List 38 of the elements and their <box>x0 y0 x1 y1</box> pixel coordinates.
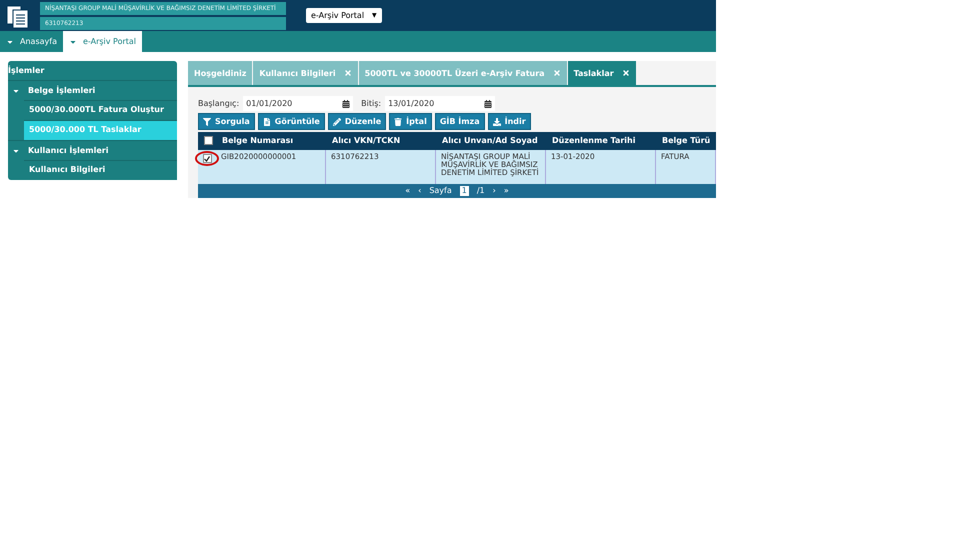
date-field[interactable]: 13/01/2020 <box>385 96 496 111</box>
date-field[interactable]: 01/01/2020 <box>243 96 354 111</box>
toolbar-button[interactable]: İndir <box>488 113 531 130</box>
first-page-link[interactable]: « <box>405 186 410 196</box>
column-header: Alıcı VKN/TCKN <box>326 132 436 150</box>
date-label: Bitiş: <box>361 99 382 108</box>
checkbox[interactable] <box>204 136 213 145</box>
calendar-icon[interactable] <box>484 100 492 108</box>
toolbar-button[interactable]: GİB İmza <box>434 113 485 130</box>
toolbar-button[interactable]: Düzenle <box>328 113 386 130</box>
prev-page-link[interactable]: ‹ <box>418 186 422 196</box>
filter-icon <box>203 118 211 126</box>
checkmark-icon <box>204 156 210 162</box>
date-label: Başlangıç: <box>198 99 240 108</box>
column-header: Belge Numarası <box>216 132 326 150</box>
last-page-link[interactable]: » <box>504 186 509 196</box>
column-header: Alıcı Unvan/Ad Soyad <box>436 132 546 150</box>
column-header: Belge Türü <box>656 132 716 150</box>
checkbox[interactable] <box>202 154 212 163</box>
sidebar-item[interactable]: Kullanıcı Bilgileri <box>24 160 177 180</box>
sidebar-title: İşlemler <box>8 64 46 77</box>
nav-tab[interactable]: e-Arşiv Portal <box>62 31 142 52</box>
calendar-icon[interactable] <box>342 100 350 108</box>
download-icon <box>492 118 501 126</box>
toolbar-button[interactable]: Sorgula <box>198 113 255 130</box>
toolbar-button[interactable]: Görüntüle <box>258 113 325 130</box>
tab[interactable]: Taslaklar <box>568 61 636 85</box>
edit-icon <box>332 118 341 126</box>
nav-tab[interactable]: Anasayfa <box>0 31 63 52</box>
page-label: Sayfa <box>429 186 452 196</box>
toolbar-button[interactable]: İptal <box>389 113 432 130</box>
column-header: Düzenlenme Tarihi <box>546 132 656 150</box>
page-total: /1 <box>476 186 485 196</box>
close-icon[interactable] <box>622 69 630 77</box>
trash-icon <box>394 118 402 126</box>
file-icon <box>262 118 271 126</box>
next-page-link[interactable]: › <box>492 186 496 196</box>
page-number[interactable]: 1 <box>460 186 469 196</box>
